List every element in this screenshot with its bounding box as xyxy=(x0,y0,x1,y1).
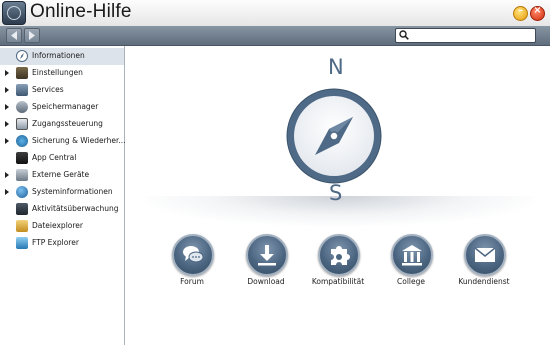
puzzle-icon xyxy=(331,246,350,265)
forward-button[interactable] xyxy=(24,28,40,43)
compass-icon xyxy=(286,88,382,184)
sidebar-item-label: Dateiexplorer xyxy=(32,221,83,230)
sidebar-item-services[interactable]: Services xyxy=(0,82,124,99)
sidebar-item-label: Informationen xyxy=(32,51,85,60)
sidebar-item-app-central[interactable]: App Central xyxy=(0,150,124,167)
main-content: N S Forum Download Kompatibilität Colleg… xyxy=(125,46,550,345)
support-label: Kundendienst xyxy=(458,277,510,286)
arrow-left-icon xyxy=(11,31,17,40)
search-input[interactable] xyxy=(412,29,530,41)
sidebar-item-label: FTP Explorer xyxy=(32,238,79,247)
sidebar-item-label: Speichermanager xyxy=(32,102,99,111)
sidebar-item-zugangssteuerung[interactable]: Zugangssteuerung xyxy=(0,116,124,133)
sidebar-item-sicherung[interactable]: Sicherung & Wiederher... xyxy=(0,133,126,150)
sidebar-item-label: Systeminformationen xyxy=(32,187,113,196)
minimize-icon: – xyxy=(518,5,523,16)
download-icon xyxy=(258,245,276,266)
download-label: Download xyxy=(247,277,285,286)
sidebar-item-dateiexplorer[interactable]: Dateiexplorer xyxy=(0,218,124,235)
building-columns-icon xyxy=(402,245,422,266)
help-window: Online-Hilfe – × Informationen Einstellu… xyxy=(0,0,550,345)
compass-icon xyxy=(16,50,28,62)
forum-button[interactable] xyxy=(172,234,214,276)
expand-arrow-icon[interactable] xyxy=(5,172,9,178)
college-button[interactable] xyxy=(391,234,433,276)
app-icon xyxy=(2,1,26,25)
envelope-icon xyxy=(474,247,496,262)
app-central-icon xyxy=(16,152,28,164)
file-explorer-icon xyxy=(16,220,28,232)
services-icon xyxy=(16,84,28,96)
settings-icon xyxy=(16,67,28,79)
sidebar-item-label: App Central xyxy=(32,153,77,162)
sidebar-item-label: Externe Geräte xyxy=(32,170,90,179)
sidebar-item-einstellungen[interactable]: Einstellungen xyxy=(0,65,124,82)
arrow-right-icon xyxy=(29,31,35,40)
forum-link[interactable]: Forum xyxy=(157,234,227,289)
sidebar: Informationen Einstellungen Services Spe… xyxy=(0,46,126,345)
expand-arrow-icon[interactable] xyxy=(5,104,9,110)
system-info-icon xyxy=(16,186,28,198)
download-button[interactable] xyxy=(246,234,288,276)
minimize-button[interactable]: – xyxy=(513,5,528,21)
backup-icon xyxy=(16,135,28,147)
external-devices-icon xyxy=(16,169,28,181)
sidebar-item-informationen[interactable]: Informationen xyxy=(0,48,124,65)
sidebar-item-externe-geraete[interactable]: Externe Geräte xyxy=(0,167,124,184)
sidebar-item-label: Services xyxy=(32,85,64,94)
close-icon: × xyxy=(533,5,542,16)
download-link[interactable]: Download xyxy=(231,234,301,289)
college-label: College xyxy=(397,277,425,286)
expand-arrow-icon[interactable] xyxy=(5,138,9,144)
compass-north-label: N xyxy=(328,55,344,79)
forum-label: Forum xyxy=(180,277,204,286)
back-button[interactable] xyxy=(6,28,22,43)
expand-arrow-icon[interactable] xyxy=(5,70,9,76)
window-title: Online-Hilfe xyxy=(30,1,132,22)
expand-arrow-icon[interactable] xyxy=(5,121,9,127)
compatibility-label: Kompatibilität xyxy=(311,277,365,286)
sidebar-item-aktivitaetsueberwachung[interactable]: Aktivitätsüberwachung xyxy=(0,201,124,218)
compass-south-label: S xyxy=(329,181,343,205)
expand-arrow-icon[interactable] xyxy=(5,87,9,93)
support-link[interactable]: Kundendienst xyxy=(449,234,519,289)
access-control-icon xyxy=(16,118,28,130)
magnifier-icon xyxy=(399,30,409,40)
storage-icon xyxy=(16,101,28,113)
compatibility-link[interactable]: Kompatibilität xyxy=(303,234,373,289)
sidebar-item-speichermanager[interactable]: Speichermanager xyxy=(0,99,124,116)
search-box[interactable] xyxy=(395,28,536,43)
title-bar: Online-Hilfe – × xyxy=(0,0,550,27)
close-button[interactable]: × xyxy=(530,5,545,21)
expand-arrow-icon[interactable] xyxy=(5,189,9,195)
toolbar xyxy=(0,26,550,46)
activity-monitor-icon xyxy=(16,203,28,215)
chat-bubbles-icon xyxy=(183,246,204,263)
sidebar-item-label: Aktivitätsüberwachung xyxy=(32,204,119,213)
ftp-explorer-icon xyxy=(16,237,28,249)
college-link[interactable]: College xyxy=(376,234,446,289)
sidebar-item-systeminformationen[interactable]: Systeminformationen xyxy=(0,184,124,201)
support-button[interactable] xyxy=(464,234,506,276)
sidebar-item-label: Sicherung & Wiederher... xyxy=(32,136,126,145)
sidebar-item-label: Zugangssteuerung xyxy=(32,119,103,128)
sidebar-item-ftp-explorer[interactable]: FTP Explorer xyxy=(0,235,124,252)
sidebar-item-label: Einstellungen xyxy=(32,68,83,77)
compatibility-button[interactable] xyxy=(318,234,360,276)
